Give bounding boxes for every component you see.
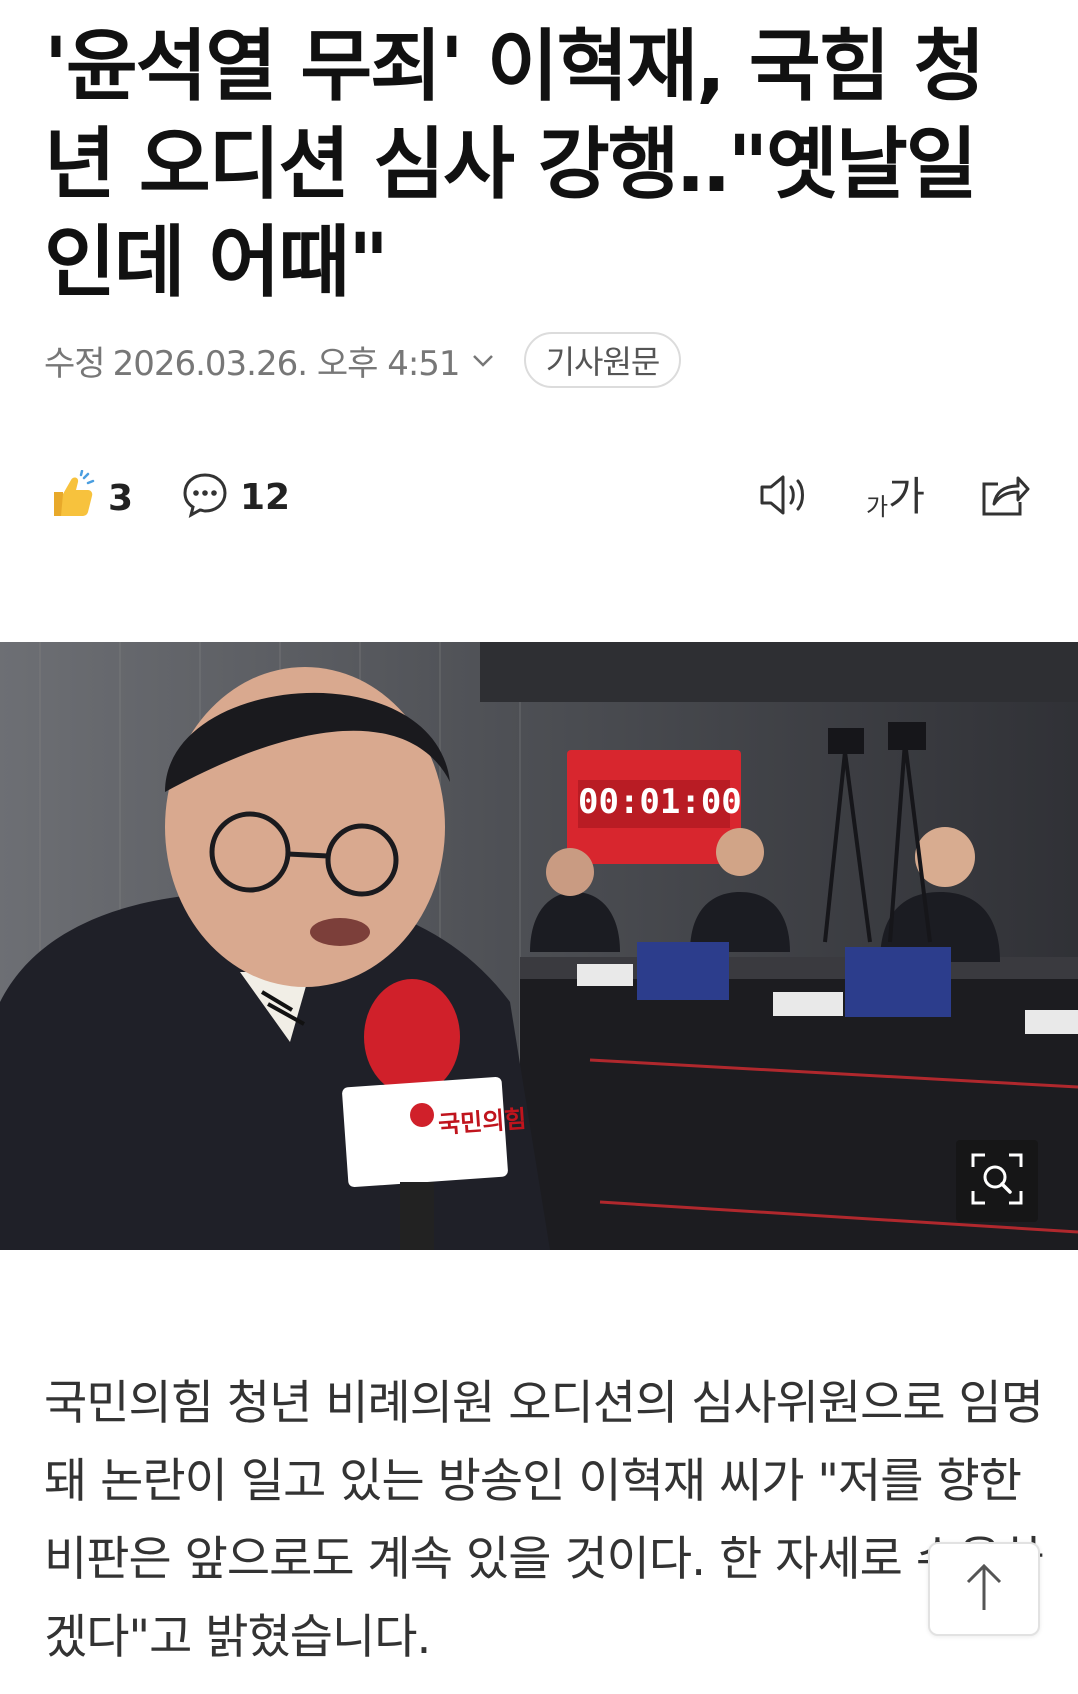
original-article-button[interactable]: 기사원문	[523, 332, 682, 388]
chevron-down-icon[interactable]	[470, 347, 496, 373]
photo-scene	[0, 642, 1078, 1250]
comment-button[interactable]: 12	[180, 470, 290, 524]
speaker-icon	[756, 470, 812, 524]
article-action-bar: 3 12 가 가	[0, 469, 1078, 530]
photo-zoom-button[interactable]	[956, 1140, 1038, 1222]
thumbs-up-icon	[46, 469, 98, 526]
mic-brand-label: 국민의힘	[437, 1104, 528, 1140]
modified-date: 2026.03.26. 오후 4:51	[112, 343, 461, 384]
comment-count: 12	[240, 476, 291, 518]
scroll-to-top-button[interactable]	[928, 1542, 1040, 1636]
modified-label: 수정	[44, 343, 106, 384]
article-headline: '윤석열 무죄' 이혁재, 국힘 청년 오디션 심사 강행‥"옛날일인데 어때"	[44, 22, 985, 308]
article-photo[interactable]: 00:01:00 국민의힘	[0, 642, 1078, 1250]
share-button[interactable]	[976, 470, 1030, 524]
share-icon	[976, 470, 1030, 524]
font-size-small-label: 가	[866, 493, 889, 521]
like-button[interactable]: 3	[46, 469, 134, 526]
tts-button[interactable]	[756, 470, 812, 524]
arrow-up-icon	[962, 1560, 1006, 1618]
font-size-large-label: 가	[888, 474, 925, 520]
article-body: 국민의힘 청년 비례의원 오디션의 심사위원으로 임명돼 논란이 일고 있는 방…	[44, 1376, 1044, 1665]
timer-readout: 00:01:00	[578, 782, 742, 822]
like-count: 3	[108, 477, 134, 519]
zoom-search-icon	[969, 1151, 1025, 1211]
article-meta: 수정 2026.03.26. 오후 4:51 기사원문	[44, 332, 682, 388]
font-size-icon: 가 가	[866, 464, 925, 522]
comment-bubble-icon	[180, 470, 230, 524]
font-size-button[interactable]: 가 가	[866, 464, 925, 522]
